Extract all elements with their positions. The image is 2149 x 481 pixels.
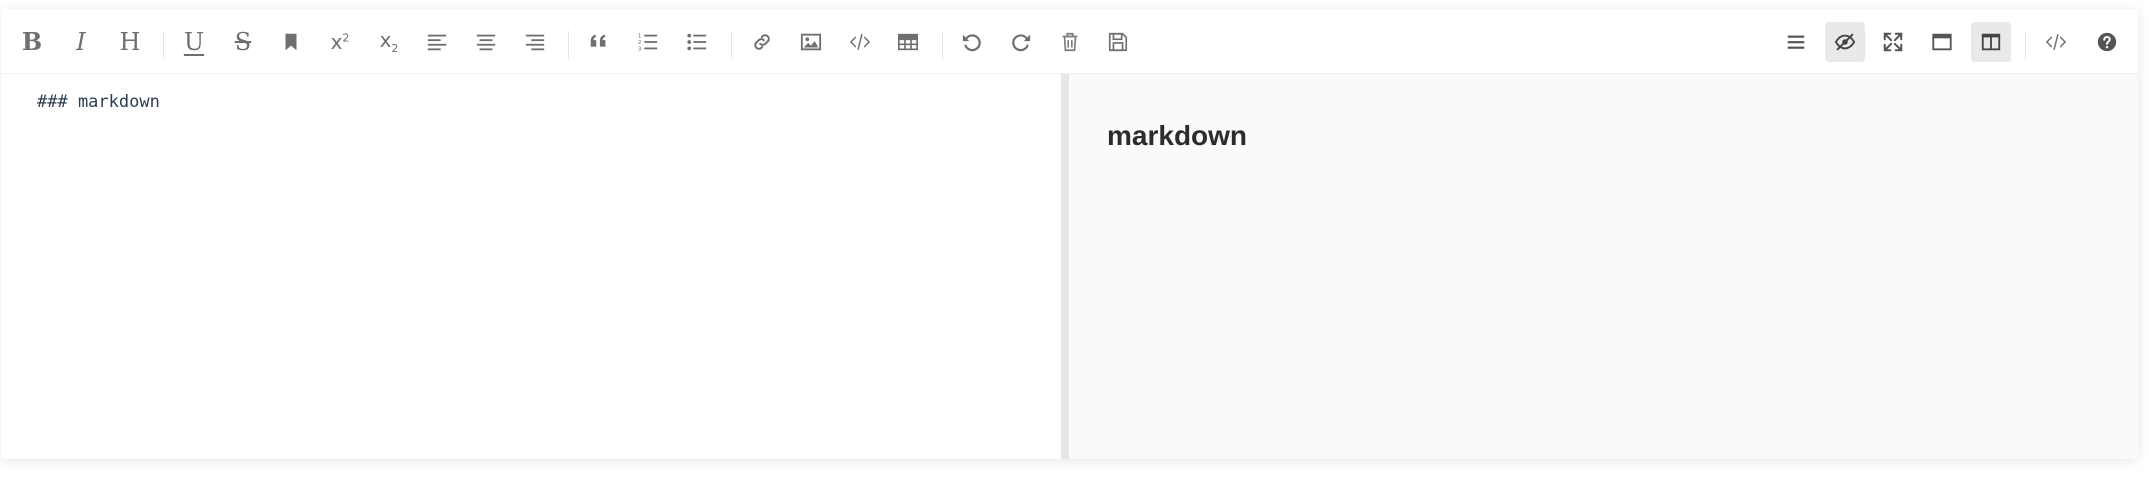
header-icon: H [119, 28, 141, 56]
align-left-icon [427, 34, 447, 51]
navigation-button[interactable] [1776, 22, 1816, 62]
italic-icon: I [76, 28, 86, 56]
link-button[interactable] [742, 22, 782, 62]
svg-text:3: 3 [638, 46, 642, 52]
align-center-button[interactable] [466, 22, 506, 62]
code-icon [850, 33, 870, 51]
align-left-button[interactable] [417, 22, 457, 62]
image-button[interactable] [791, 22, 831, 62]
bold-icon: B [21, 27, 43, 56]
help-button[interactable] [2087, 22, 2127, 62]
header-button[interactable]: H [110, 22, 150, 62]
trash-icon [1062, 32, 1078, 52]
mark-button[interactable] [271, 22, 311, 62]
help-icon [2097, 32, 2117, 52]
menu-icon [1787, 35, 1805, 49]
window-icon [1932, 33, 1952, 51]
save-icon [1108, 32, 1128, 52]
pane-splitter[interactable] [1061, 74, 1069, 459]
read-mode-button[interactable] [1922, 22, 1962, 62]
ordered-list-button[interactable]: 123 [628, 22, 668, 62]
strikethrough-button[interactable]: S [223, 22, 263, 62]
markdown-editor: B I H U S x2 x2 1 2 3 ### markdown markd… [1, 9, 2138, 459]
markdown-source-input[interactable] [37, 92, 1037, 442]
preview-toggle-button[interactable] [1825, 22, 1865, 62]
quote-icon [590, 34, 606, 47]
svg-text:1: 1 [638, 33, 642, 39]
preview-pane: markdown [1069, 74, 2138, 459]
toolbar-divider [568, 31, 569, 59]
code-icon [2046, 33, 2066, 51]
undo-icon [962, 34, 981, 52]
superscript-button[interactable]: x2 [320, 22, 360, 62]
italic-button[interactable]: I [61, 22, 101, 62]
subfield-button[interactable] [1971, 22, 2011, 62]
bookmark-icon [285, 33, 297, 51]
html-code-button[interactable] [2036, 22, 2076, 62]
bold-button[interactable]: B [12, 22, 52, 62]
redo-button[interactable] [1001, 22, 1041, 62]
columns-icon [1981, 33, 2001, 51]
save-button[interactable] [1098, 22, 1138, 62]
code-button[interactable] [840, 22, 880, 62]
unordered-list-button[interactable] [677, 22, 717, 62]
unordered-list-icon [687, 33, 707, 51]
undo-button[interactable] [952, 22, 992, 62]
table-button[interactable] [888, 22, 928, 62]
toolbar: B I H U S x2 x2 1 2 3 [1, 9, 2138, 74]
link-icon [754, 34, 770, 50]
toolbar-divider [731, 31, 732, 59]
toolbar-divider [942, 31, 943, 59]
editor-pane [1, 74, 1061, 459]
eye-slash-icon [1834, 33, 1856, 51]
expand-icon [1883, 32, 1903, 52]
toolbar-divider [2025, 31, 2026, 59]
align-right-button[interactable] [515, 22, 555, 62]
table-icon [898, 33, 918, 51]
toolbar-divider [163, 31, 164, 59]
ordered-list-icon: 123 [638, 33, 658, 52]
preview-heading: markdown [1107, 120, 1248, 151]
underline-icon: U [183, 28, 205, 56]
redo-icon [1012, 34, 1031, 52]
underline-button[interactable]: U [174, 22, 214, 62]
trash-button[interactable] [1050, 22, 1090, 62]
align-right-icon [525, 34, 545, 51]
svg-text:2: 2 [638, 40, 642, 46]
image-icon [800, 33, 822, 51]
strikethrough-icon: S [234, 28, 252, 56]
align-center-icon [476, 34, 496, 51]
fullscreen-button[interactable] [1873, 22, 1913, 62]
superscript-icon: x2 [330, 30, 350, 54]
subscript-button[interactable]: x2 [369, 22, 409, 62]
subscript-icon: x2 [379, 28, 399, 55]
quote-button[interactable] [579, 22, 619, 62]
